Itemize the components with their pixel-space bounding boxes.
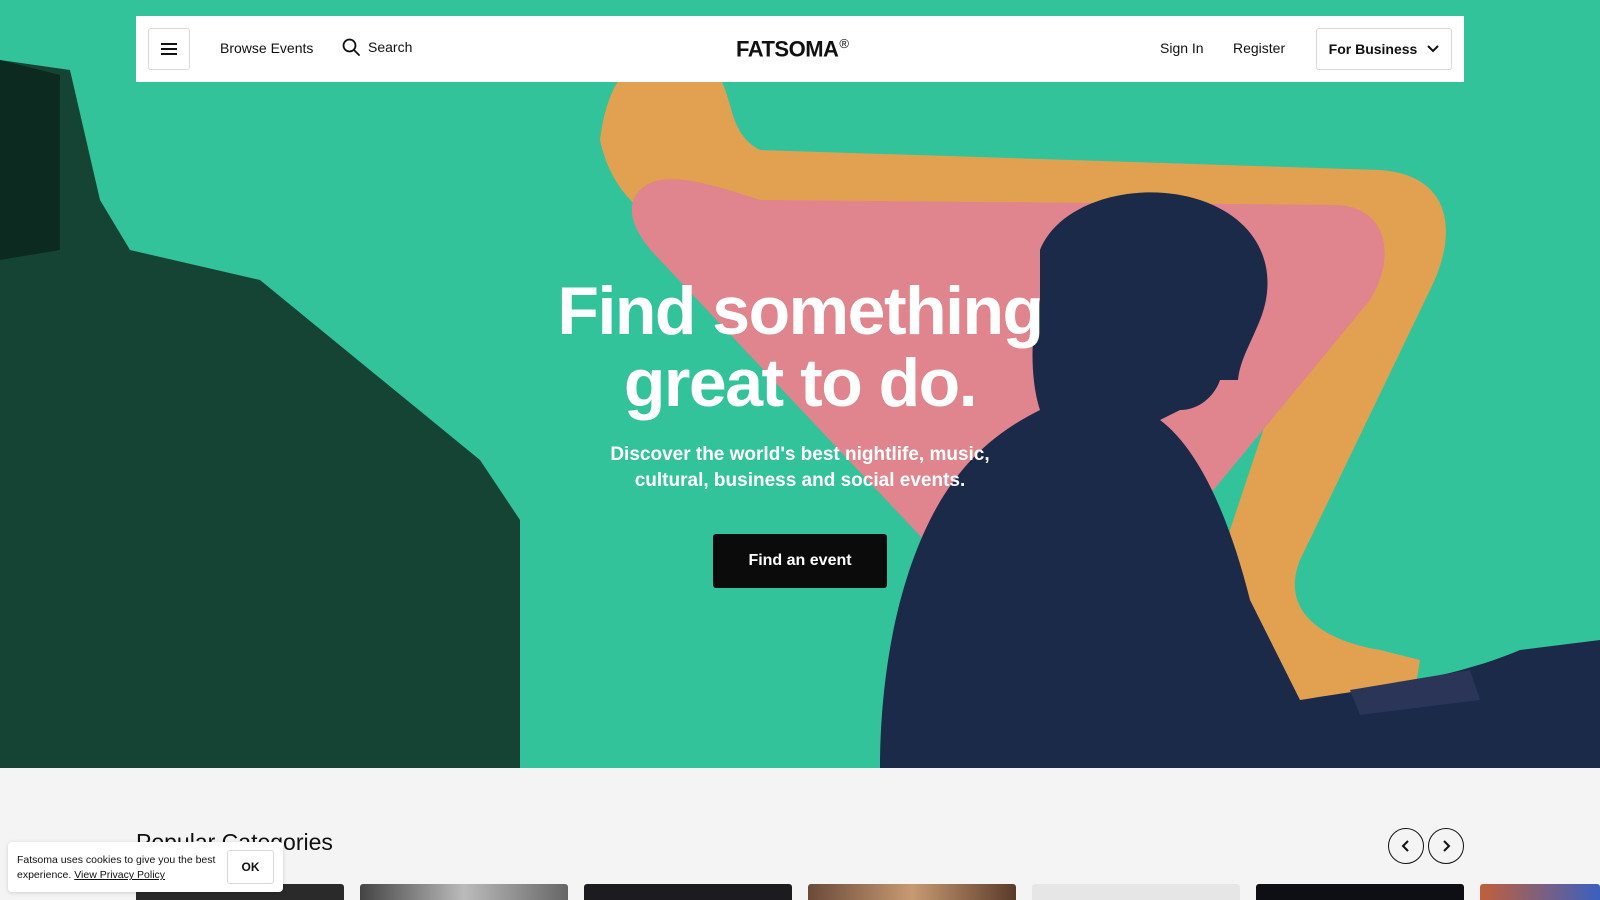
category-card[interactable] (360, 884, 568, 900)
search-icon (342, 38, 360, 56)
hero-subtitle-line2: cultural, business and social events. (634, 470, 966, 491)
search-button[interactable]: Search (342, 38, 412, 56)
hero-heading-line2: great to do. (623, 345, 978, 421)
hero-heading-line1: Find something (557, 273, 1044, 349)
category-card[interactable] (1256, 884, 1464, 900)
carousel-prev-button[interactable] (1388, 828, 1424, 864)
chevron-down-icon (1427, 45, 1440, 53)
hero-subtitle: Discover the world's best nightlife, mus… (580, 442, 1020, 494)
browse-events-link[interactable]: Browse Events (220, 40, 313, 56)
for-business-label: For Business (1328, 41, 1418, 57)
category-card[interactable] (1032, 884, 1240, 900)
chevron-right-icon (1443, 840, 1451, 852)
carousel-next-button[interactable] (1428, 828, 1464, 864)
privacy-policy-link[interactable]: View Privacy Policy (74, 869, 165, 881)
menu-button[interactable] (148, 28, 190, 70)
logo-text: FATSOMA (736, 36, 839, 62)
registered-mark: ® (839, 36, 849, 51)
search-label: Search (368, 39, 413, 55)
cookie-ok-button[interactable]: OK (227, 850, 274, 884)
hamburger-menu-icon (161, 43, 177, 55)
hero-subtitle-line1: Discover the world's best nightlife, mus… (610, 444, 990, 465)
find-event-button[interactable]: Find an event (713, 534, 887, 588)
category-card[interactable] (808, 884, 1016, 900)
fatsoma-logo[interactable]: FATSOMA® (736, 36, 849, 62)
hero-heading: Find something great to do. (500, 275, 1100, 419)
for-business-dropdown[interactable]: For Business (1316, 28, 1452, 70)
sign-in-link[interactable]: Sign In (1160, 40, 1204, 56)
cookie-message: Fatsoma uses cookies to give you the bes… (17, 853, 222, 883)
top-navbar: Browse Events Search FATSOMA® Sign In Re… (136, 16, 1464, 82)
category-card[interactable] (1480, 884, 1600, 900)
chevron-left-icon (1401, 840, 1409, 852)
cookie-banner: Fatsoma uses cookies to give you the bes… (8, 842, 283, 892)
category-card[interactable] (584, 884, 792, 900)
register-link[interactable]: Register (1233, 40, 1285, 56)
